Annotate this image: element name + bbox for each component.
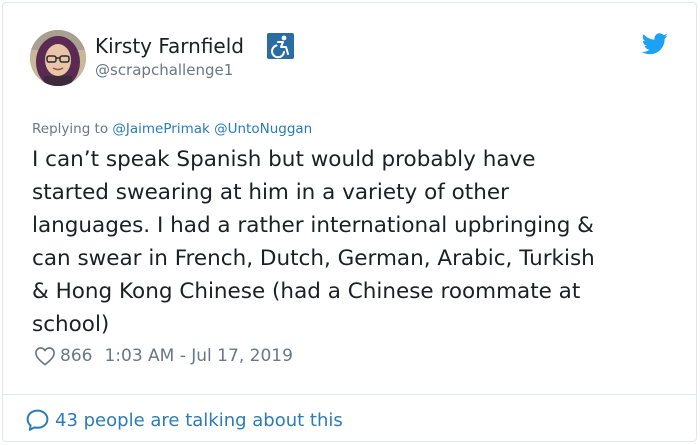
tweet-text: I can’t speak Spanish but would probably… (32, 143, 682, 341)
replying-to-label: Replying to (32, 121, 109, 137)
speech-bubble-icon (25, 408, 50, 433)
like-count[interactable]: 866 (60, 346, 92, 366)
footer-divider (2, 394, 697, 395)
replying-to: Replying to @JaimePrimak @UntoNuggan (32, 121, 312, 137)
tweet-text-line: languages. I had a rather international … (32, 213, 594, 238)
heart-icon[interactable] (34, 346, 56, 366)
mention-link[interactable]: @JaimePrimak (112, 121, 209, 137)
display-name[interactable]: Kirsty Farnfield (95, 34, 244, 58)
talking-about-link[interactable]: 43 people are talking about this (25, 406, 343, 434)
user-handle[interactable]: @scrapchallenge1 (95, 61, 233, 79)
tweet-text-line: started swearing at him in a variety of … (32, 180, 509, 205)
timestamp-link[interactable]: 1:03 AM - Jul 17, 2019 (104, 346, 292, 366)
talking-about-text[interactable]: 43 people are talking about this (55, 410, 343, 431)
mention-link[interactable]: @UntoNuggan (214, 121, 312, 137)
tweet-text-line: I can’t speak Spanish but would probably… (32, 147, 536, 172)
twitter-bird-icon[interactable] (641, 33, 668, 55)
tweet-text-line: & Hong Kong Chinese (had a Chinese roomm… (32, 279, 581, 304)
tweet-meta: 866 1:03 AM - Jul 17, 2019 (34, 344, 293, 368)
avatar[interactable] (30, 30, 86, 86)
tweet-text-line: can swear in French, Dutch, German, Arab… (32, 246, 595, 271)
accessibility-icon (267, 33, 294, 59)
tweet-text-line: school) (32, 312, 110, 337)
